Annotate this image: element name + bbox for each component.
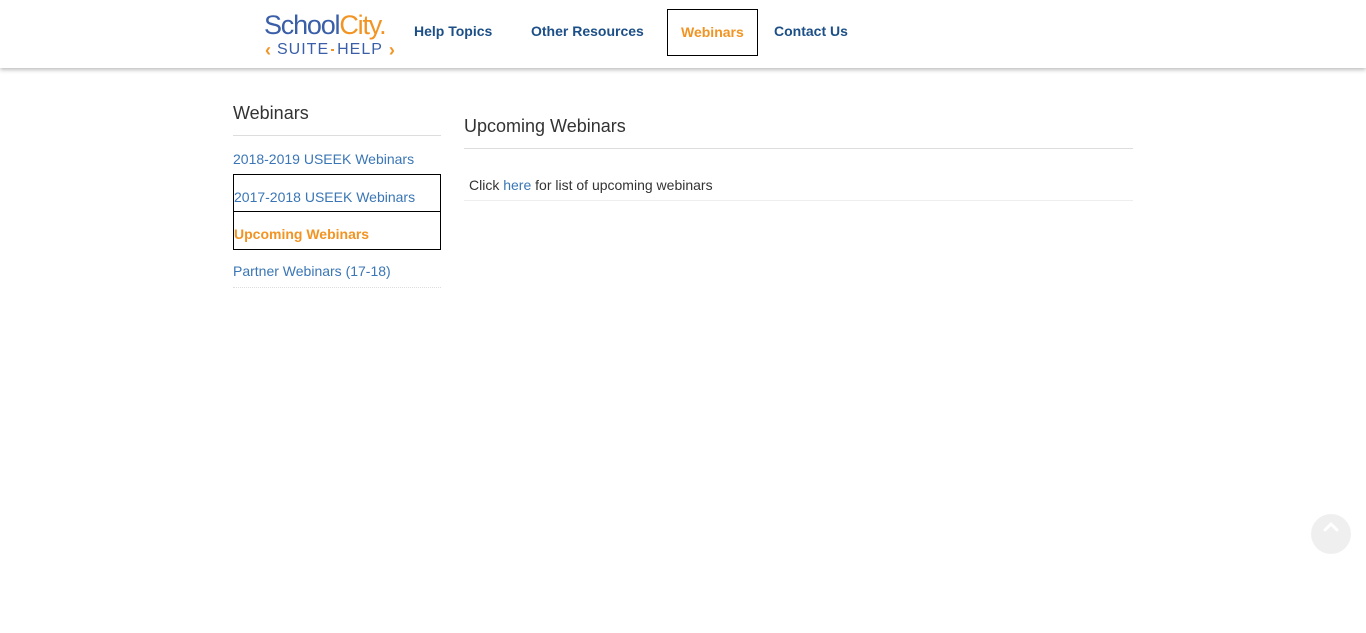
row-suffix: for list of upcoming webinars bbox=[535, 177, 713, 193]
chevron-up-icon bbox=[1323, 522, 1339, 532]
page-title: Upcoming Webinars bbox=[464, 115, 1133, 149]
logo-dash bbox=[331, 49, 335, 51]
sidebar-item-2017-2018[interactable]: 2017-2018 USEEK Webinars bbox=[233, 174, 441, 212]
nav-contact-us[interactable]: Contact Us bbox=[774, 9, 848, 54]
here-link[interactable]: here bbox=[503, 177, 531, 193]
webinar-info-row: Click here for list of upcoming webinars bbox=[464, 149, 1133, 201]
sidebar: Webinars 2018-2019 USEEK Webinars 2017-2… bbox=[233, 102, 441, 288]
row-prefix: Click bbox=[469, 177, 500, 193]
scroll-to-top-button[interactable] bbox=[1311, 514, 1351, 554]
nav-other-resources[interactable]: Other Resources bbox=[531, 9, 644, 54]
chevron-right-icon: › bbox=[388, 40, 396, 60]
chevron-left-icon: ‹ bbox=[265, 40, 272, 60]
sidebar-title: Webinars bbox=[233, 102, 441, 136]
list-item: 2018-2019 USEEK Webinars bbox=[233, 136, 441, 174]
sidebar-item-partner[interactable]: Partner Webinars (17-18) bbox=[233, 250, 441, 288]
sidebar-item-2018-2019[interactable]: 2018-2019 USEEK Webinars bbox=[233, 136, 441, 174]
site-header: SchoolCity. ‹ SUITE HELP › Help Topics O… bbox=[0, 0, 1366, 68]
list-item: Upcoming Webinars bbox=[233, 212, 441, 250]
logo-wordmark: SchoolCity. bbox=[264, 10, 387, 40]
sidebar-item-upcoming[interactable]: Upcoming Webinars bbox=[233, 212, 441, 250]
schoolcity-logo[interactable]: SchoolCity. ‹ SUITE HELP › bbox=[264, 10, 399, 62]
main-section: Upcoming Webinars Click here for list of… bbox=[464, 115, 1133, 201]
nav-webinars[interactable]: Webinars bbox=[667, 9, 758, 56]
list-item: 2017-2018 USEEK Webinars bbox=[233, 174, 441, 212]
sidebar-list: 2018-2019 USEEK Webinars 2017-2018 USEEK… bbox=[233, 136, 441, 288]
page-content: Webinars 2018-2019 USEEK Webinars 2017-2… bbox=[0, 68, 1366, 633]
logo-suite-help: ‹ SUITE HELP › bbox=[265, 40, 396, 60]
nav-help-topics[interactable]: Help Topics bbox=[414, 9, 492, 54]
list-item: Partner Webinars (17-18) bbox=[233, 250, 441, 288]
